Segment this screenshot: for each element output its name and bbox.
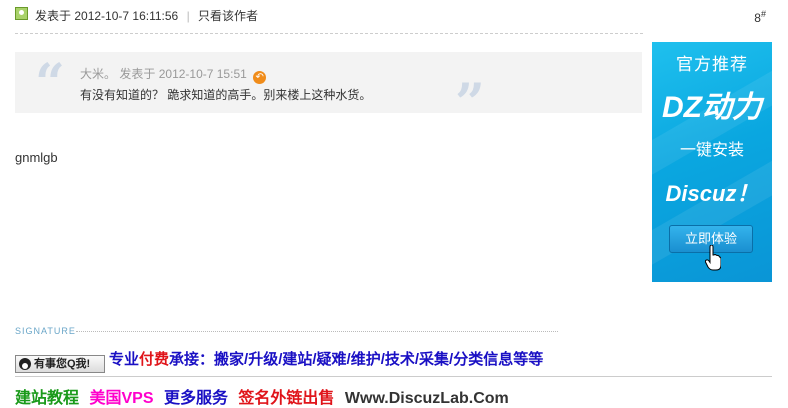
close-quote-icon: ” (455, 73, 485, 134)
service-text-2: 承接：搬家/升级/建站/疑难/维护/技术/采集/分类信息等等 (169, 351, 544, 368)
ad-headline: 官方推荐 (676, 55, 748, 74)
online-status-icon (15, 7, 28, 20)
ad-tagline: 一键安装 (679, 142, 744, 159)
qq-penguin-icon (19, 358, 31, 370)
service-text-paid: 付费 (139, 351, 170, 368)
quote-posted-prefix: 发表于 (119, 67, 156, 81)
signature-row-divider (15, 376, 772, 377)
floor-number-suffix: # (760, 9, 766, 19)
ad-product: Discuz！ (665, 181, 759, 206)
signature-service-line: 有事您Q我! 专业付费承接：搬家/升级/建站/疑难/维护/技术/采集/分类信息等等 (15, 348, 543, 373)
meta-separator: | (186, 9, 190, 23)
ad-brand: DZ动力 (662, 91, 762, 124)
quote-meta: 大米。 发表于 2012-10-7 15:51 ↶ (80, 65, 267, 84)
quote-box: “ 大米。 发表于 2012-10-7 15:51 ↶ 有没有知道的？ 跪求知道… (15, 52, 642, 130)
header-divider (15, 33, 643, 34)
jump-to-post-icon[interactable]: ↶ (253, 71, 267, 84)
quote-author: 大米。 (80, 67, 117, 81)
ad-banner[interactable]: 官方推荐 DZ动力 一键安装 Discuz！ 立即体验 (652, 42, 772, 282)
post-meta: 发表于 2012-10-7 16:11:56 | 只看该作者 (35, 7, 258, 24)
link-tutorials[interactable]: 建站教程 (15, 390, 79, 407)
post-header: 发表于 2012-10-7 16:11:56 | 只看该作者 8# (0, 0, 788, 32)
hand-cursor-icon (705, 245, 721, 271)
quote-text: 有没有知道的？ 跪求知道的高手。别来楼上这种水货。 (80, 88, 372, 102)
service-text-1: 专业 (109, 351, 140, 368)
post-body: gnmlgb (15, 150, 58, 165)
floor-number[interactable]: 8# (754, 9, 766, 25)
link-signature-ads[interactable]: 签名外链出售 (238, 390, 334, 407)
qq-contact-badge[interactable]: 有事您Q我! (15, 355, 105, 373)
quote-posted-time: 2012-10-7 15:51 (158, 67, 247, 81)
signature-divider (76, 331, 558, 332)
signature-label: SIGNATURE (15, 326, 76, 336)
qq-badge-label: 有事您Q我! (34, 358, 91, 370)
open-quote-icon: “ (35, 53, 65, 114)
floor-number-value: 8 (754, 11, 761, 25)
link-discuzlab[interactable]: Www.DiscuzLab.Com (345, 390, 509, 407)
signature-links-line: 建站教程 美国VPS 更多服务 签名外链出售 Www.DiscuzLab.Com (15, 384, 515, 408)
link-us-vps[interactable]: 美国VPS (89, 390, 153, 407)
author-only-link[interactable]: 只看该作者 (198, 9, 258, 23)
link-more-services[interactable]: 更多服务 (164, 390, 228, 407)
posted-prefix: 发表于 (35, 9, 72, 23)
posted-time: 2012-10-7 16:11:56 (74, 9, 179, 23)
